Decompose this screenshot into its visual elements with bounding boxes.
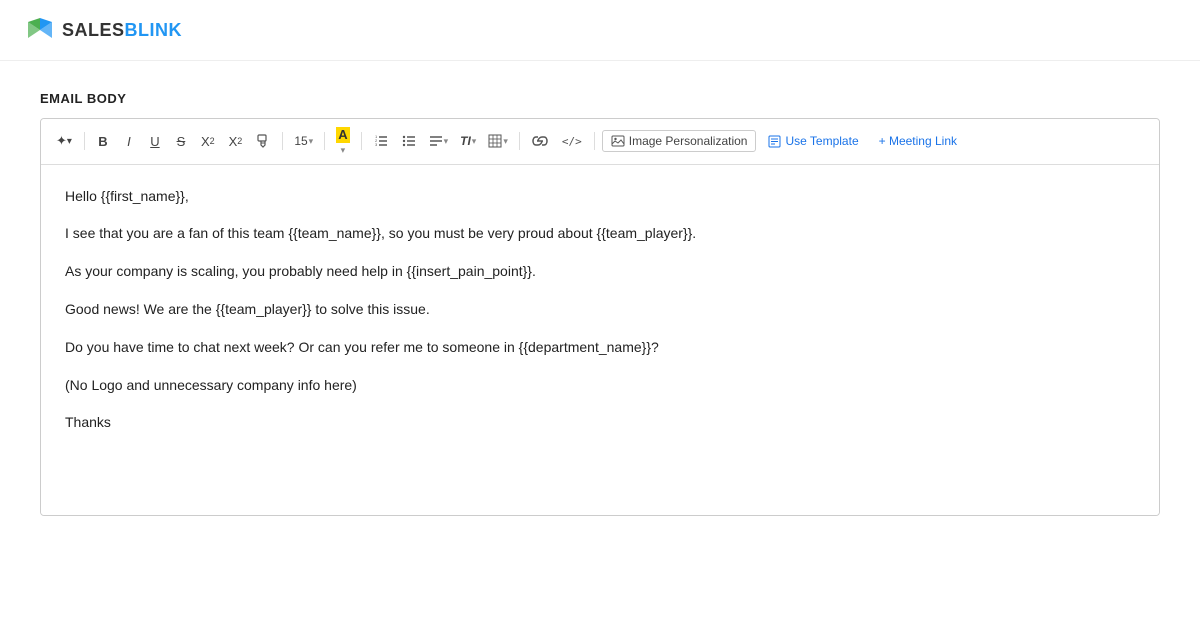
table-icon bbox=[488, 134, 502, 148]
separator-2 bbox=[282, 132, 283, 150]
ordered-list-icon: 1 2 3 bbox=[374, 134, 388, 148]
logo-text: SALESBLINK bbox=[62, 20, 182, 41]
separator-4 bbox=[361, 132, 362, 150]
paint-icon bbox=[256, 134, 270, 148]
separator-5 bbox=[519, 132, 520, 150]
image-icon bbox=[611, 135, 625, 147]
table-dropdown[interactable]: ▾ bbox=[484, 132, 512, 150]
strikethrough-button[interactable]: S bbox=[170, 129, 192, 153]
subscript-button[interactable]: X2 bbox=[224, 129, 248, 153]
meeting-link-button[interactable]: + Meeting Link bbox=[871, 131, 965, 151]
unordered-list-icon bbox=[402, 134, 416, 148]
email-line-4: Good news! We are the {{team_player}} to… bbox=[65, 298, 1135, 322]
section-label: EMAIL BODY bbox=[40, 91, 1160, 106]
code-button[interactable]: </> bbox=[557, 129, 587, 153]
email-line-2: I see that you are a fan of this team {{… bbox=[65, 222, 1135, 246]
unordered-list-button[interactable] bbox=[397, 129, 421, 153]
font-color-button[interactable]: A ▾ bbox=[332, 125, 353, 158]
header: SALESBLINK bbox=[0, 0, 1200, 61]
editor-container: ✦▾ B I U S X2 X2 1 bbox=[40, 118, 1160, 516]
text-style-dropdown[interactable]: TI ▾ bbox=[456, 132, 480, 150]
format-paint-button[interactable] bbox=[251, 129, 275, 153]
toolbar: ✦▾ B I U S X2 X2 1 bbox=[41, 119, 1159, 165]
font-size-dropdown[interactable]: 15 ▾ bbox=[290, 132, 317, 150]
superscript-button[interactable]: X2 bbox=[196, 129, 220, 153]
link-icon bbox=[532, 134, 548, 148]
align-icon bbox=[429, 134, 443, 148]
email-line-5: Do you have time to chat next week? Or c… bbox=[65, 336, 1135, 360]
italic-button[interactable]: I bbox=[118, 129, 140, 153]
main-content: EMAIL BODY ✦▾ B I U S X2 X2 bbox=[0, 61, 1200, 546]
email-line-6: (No Logo and unnecessary company info he… bbox=[65, 374, 1135, 398]
editor-body[interactable]: Hello {{first_name}}, I see that you are… bbox=[41, 165, 1159, 515]
separator-6 bbox=[594, 132, 595, 150]
magic-wand-button[interactable]: ✦▾ bbox=[51, 129, 77, 153]
email-line-7: Thanks bbox=[65, 411, 1135, 435]
underline-button[interactable]: U bbox=[144, 129, 166, 153]
template-icon bbox=[768, 135, 781, 148]
link-button[interactable] bbox=[527, 129, 553, 153]
logo-icon bbox=[24, 14, 56, 46]
align-dropdown[interactable]: ▾ bbox=[425, 132, 453, 150]
bold-button[interactable]: B bbox=[92, 129, 114, 153]
svg-text:3: 3 bbox=[375, 142, 378, 147]
separator-1 bbox=[84, 132, 85, 150]
use-template-button[interactable]: Use Template bbox=[760, 131, 866, 151]
logo: SALESBLINK bbox=[24, 14, 182, 46]
email-line-3: As your company is scaling, you probably… bbox=[65, 260, 1135, 284]
separator-3 bbox=[324, 132, 325, 150]
email-line-1: Hello {{first_name}}, bbox=[65, 185, 1135, 209]
ordered-list-button[interactable]: 1 2 3 bbox=[369, 129, 393, 153]
image-personalization-button[interactable]: Image Personalization bbox=[602, 130, 757, 152]
